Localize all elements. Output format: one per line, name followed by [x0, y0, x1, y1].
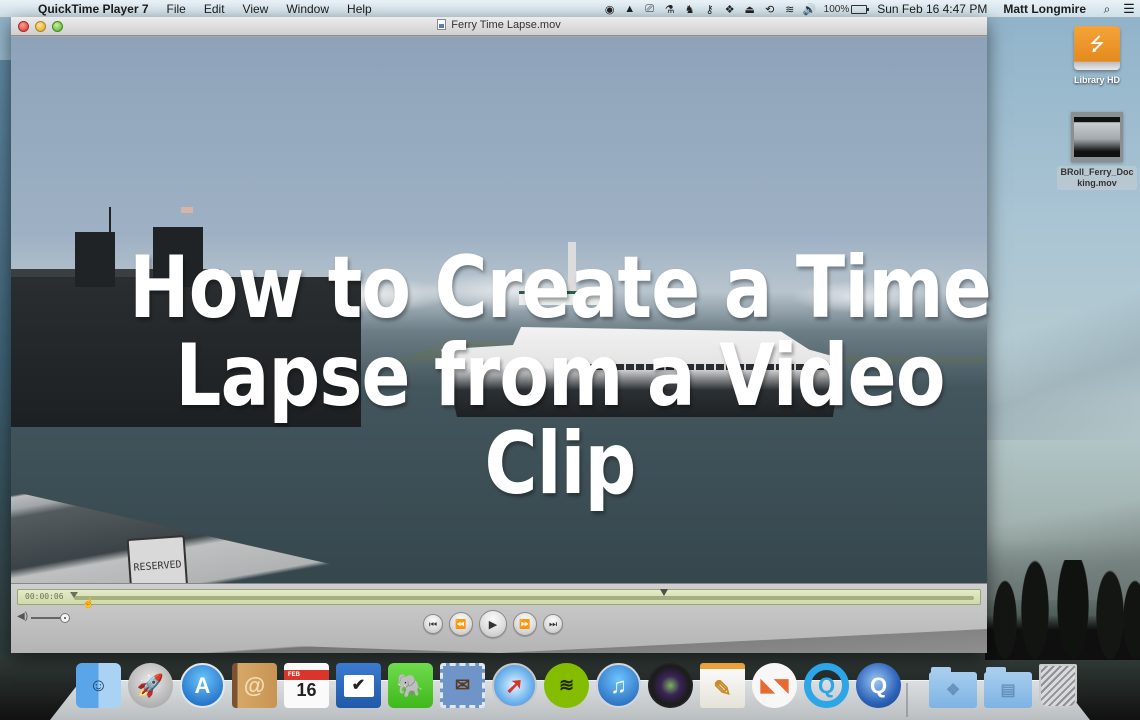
google-drive-icon[interactable]: ▲ — [620, 3, 640, 15]
alfred-icon[interactable]: ⚗ — [660, 3, 680, 16]
dock-itunes-icon[interactable]: ♫ — [596, 663, 641, 708]
battery-percentage[interactable]: 100% — [824, 4, 850, 15]
hand-cursor-icon: ☝ — [82, 598, 95, 609]
dock-launchpad-icon[interactable]: 🚀 — [128, 663, 173, 708]
checkmark-icon: ✔ — [343, 674, 374, 697]
menu-view[interactable]: View — [243, 2, 269, 16]
go-to-end-button[interactable]: ⏭ — [543, 614, 563, 634]
dock-dropbox-folder-icon[interactable]: ❖ — [929, 667, 977, 708]
time-machine-icon[interactable]: ⟲ — [760, 3, 780, 16]
volume-slider[interactable]: ◀) — [17, 611, 77, 624]
go-to-start-button[interactable]: ⏮ — [423, 614, 443, 634]
desktop-icon-label: BRoll_Ferry_Doc king.mov — [1057, 166, 1137, 190]
video-ferry — [441, 327, 841, 417]
timeline-scrubber[interactable]: 00:00:06 ☝ — [17, 589, 981, 609]
video-ferry-bridge — [519, 291, 609, 305]
desktop-icon-label: Library HD — [1073, 75, 1120, 85]
usb-drive-icon: ⭍ — [1074, 26, 1120, 70]
dock-evernote-icon[interactable]: 🐘 — [388, 663, 433, 708]
desktop-wallpaper-mountain — [985, 280, 1140, 440]
volume-knob[interactable] — [60, 613, 70, 623]
desktop-icon-library-hd[interactable]: ⭍ Library HD — [1055, 26, 1139, 88]
dropbox-icon[interactable]: ❖ — [720, 3, 740, 16]
dock-spotify-icon[interactable]: ≋ — [544, 663, 589, 708]
desktop-wallpaper-trees — [985, 560, 1140, 660]
airplay-icon[interactable]: ⏏ — [740, 3, 760, 16]
movie-file-icon — [1071, 112, 1123, 162]
timeline-track[interactable] — [74, 596, 974, 600]
current-time-readout: 00:00:06 — [25, 592, 64, 601]
user-account-menu[interactable]: Matt Longmire — [1003, 2, 1086, 16]
menu-clock[interactable]: Sun Feb 16 4:47 PM — [877, 2, 987, 16]
menu-help[interactable]: Help — [347, 2, 372, 16]
movie-document-icon[interactable] — [437, 19, 447, 30]
out-point-marker[interactable] — [659, 589, 668, 596]
video-mast — [109, 207, 111, 237]
dock-documents-folder-icon[interactable]: ▤ — [984, 667, 1032, 708]
dock-safari-icon[interactable]: ➚ — [492, 663, 537, 708]
window-title: Ferry Time Lapse.mov — [11, 19, 987, 31]
dock-pages-icon[interactable]: ✎ — [700, 663, 745, 708]
dock-quicktime-7-icon[interactable]: Q — [804, 663, 849, 708]
screen-share-icon[interactable]: ⎚ — [640, 3, 660, 16]
rewind-button[interactable]: ⏪ — [449, 612, 473, 636]
label-line-1: BRoll_Ferry_Doc — [1060, 167, 1134, 177]
spotlight-icon[interactable]: ⌕ — [1096, 2, 1118, 17]
video-flag — [181, 207, 193, 213]
dock-finder-icon[interactable]: ☺ — [76, 663, 121, 708]
key-icon[interactable]: ⚷ — [700, 3, 720, 16]
volume-icon[interactable]: 🔊 — [800, 3, 820, 16]
dock-quicktime-player-icon[interactable]: Q — [856, 663, 901, 708]
window-titlebar[interactable]: Ferry Time Lapse.mov — [11, 17, 987, 36]
video-pier — [11, 277, 361, 427]
evernote-icon[interactable]: ♞ — [680, 3, 700, 16]
transport-buttons: ⏮ ⏪ ▶ ⏩ ⏭ — [423, 610, 563, 638]
video-frame[interactable]: RESERVED — [11, 37, 987, 603]
fast-forward-button[interactable]: ⏩ — [513, 612, 537, 636]
desktop-icon-broll-ferry-docking[interactable]: BRoll_Ferry_Doc king.mov — [1055, 112, 1139, 191]
battery-icon[interactable] — [851, 4, 870, 14]
calendar-day: 16 — [296, 680, 317, 700]
dock: ☺ 🚀 A @ FEB 16 ✔ 🐘 ✉ ➚ ≋ ♫ ● ✎ ◣◥ Q Q ❖ … — [76, 660, 1077, 708]
dock-mail-icon[interactable]: ✉ — [440, 663, 485, 708]
playhead-handle[interactable] — [70, 592, 78, 598]
menu-bar: QuickTime Player 7 File Edit View Window… — [0, 0, 1140, 18]
video-tower — [75, 232, 115, 287]
menu-app-name[interactable]: QuickTime Player 7 — [38, 2, 149, 16]
dock-app-store-icon[interactable]: A — [180, 663, 225, 708]
speaker-icon: ◀) — [17, 611, 29, 622]
record-icon[interactable]: ◉ — [600, 3, 620, 16]
notification-center-icon[interactable]: ☰ — [1118, 1, 1140, 17]
window-title-text: Ferry Time Lapse.mov — [451, 19, 561, 31]
label-line-2: king.mov — [1077, 178, 1117, 188]
menu-edit[interactable]: Edit — [204, 2, 225, 16]
dock-contacts-icon[interactable]: @ — [232, 663, 277, 708]
playback-controls: 00:00:06 ☝ ◀) ⏮ ⏪ ▶ ⏩ ⏭ — [11, 583, 987, 653]
video-ferry-mast — [568, 242, 576, 292]
menu-window[interactable]: Window — [286, 2, 329, 16]
video-tower — [153, 227, 203, 287]
play-button[interactable]: ▶ — [479, 610, 507, 638]
quicktime-player-window: Ferry Time Lapse.mov RESERVED 00:00:06 ☝… — [11, 17, 987, 653]
video-ferry-windows — [586, 364, 836, 370]
dock-trash-icon[interactable] — [1039, 664, 1077, 708]
dock-reminders-icon[interactable]: ✔ — [336, 663, 381, 708]
status-area: ◉ ▲ ⎚ ⚗ ♞ ⚷ ❖ ⏏ ⟲ ≋ 🔊 100% Sun Feb 16 4:… — [600, 0, 1140, 18]
wifi-icon[interactable]: ≋ — [780, 3, 800, 16]
dock-photo-booth-icon[interactable]: ● — [648, 663, 693, 708]
menu-file[interactable]: File — [167, 2, 186, 16]
calendar-month: FEB — [284, 670, 329, 680]
dock-swift-publisher-icon[interactable]: ◣◥ — [752, 663, 797, 708]
dock-calendar-icon[interactable]: FEB 16 — [284, 663, 329, 708]
